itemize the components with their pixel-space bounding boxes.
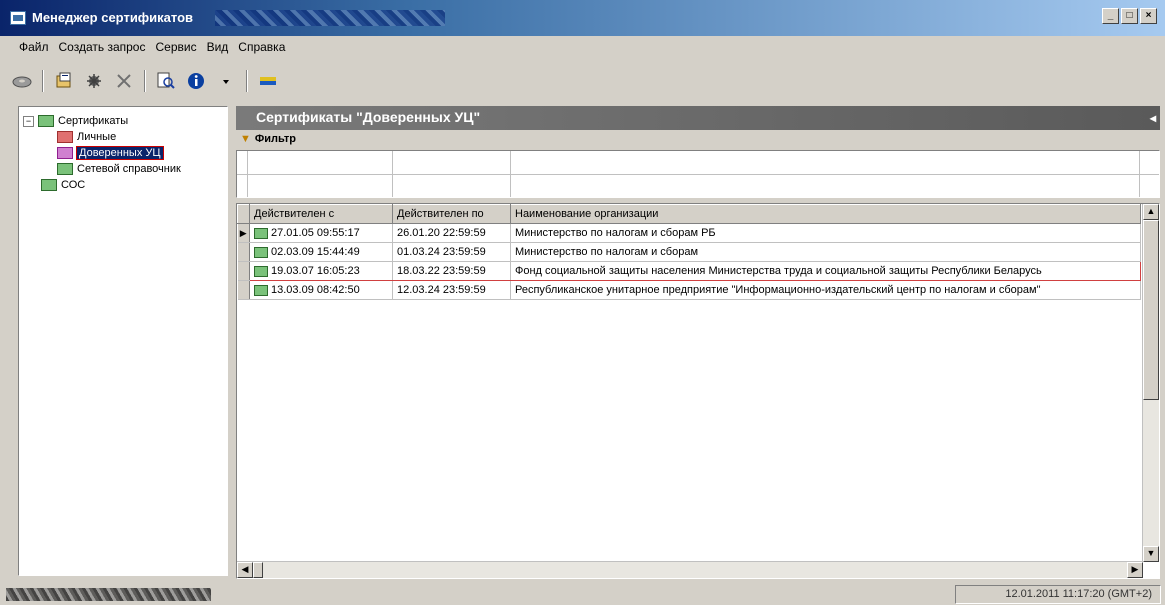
close-button[interactable]: × [1140, 8, 1157, 24]
scroll-left-button[interactable]: ◀ [237, 562, 253, 578]
status-datetime: 12.01.2011 11:17:20 (GMT+2) [955, 585, 1161, 604]
cell-valid-from: 19.03.07 16:05:23 [249, 261, 393, 281]
disk-icon[interactable] [10, 69, 34, 93]
certificate-icon [254, 265, 268, 277]
minimize-button[interactable]: _ [1102, 8, 1119, 24]
panel-edge-icon: ◂ [1149, 111, 1156, 125]
tree-label: Сертификаты [58, 115, 129, 127]
cell-text: 13.03.09 08:42:50 [271, 284, 360, 296]
certificate-folder-icon [38, 115, 54, 127]
tree-item-crl[interactable]: СОС [23, 177, 223, 193]
menu-file[interactable]: Файл [14, 36, 54, 58]
cell-valid-from: 02.03.09 15:44:49 [249, 242, 393, 262]
menu-service[interactable]: Сервис [150, 36, 201, 58]
table-row[interactable]: 02.03.09 15:44:49 01.03.24 23:59:59 Мини… [237, 242, 1141, 262]
scroll-thumb[interactable] [1143, 220, 1159, 400]
refresh-icon[interactable] [256, 69, 280, 93]
tree-label: Доверенных УЦ [76, 146, 164, 160]
dropdown-icon[interactable] [214, 69, 238, 93]
row-indicator-header [237, 204, 250, 224]
cell-organization: Министерство по налогам и сборам РБ [510, 223, 1141, 243]
scroll-down-button[interactable]: ▼ [1143, 546, 1159, 562]
current-row-icon: ▶ [237, 223, 250, 243]
certificate-icon [254, 227, 268, 239]
filter-toggle[interactable]: ▼ Фильтр [240, 133, 296, 145]
horizontal-scrollbar[interactable]: ◀ ▶ [237, 561, 1143, 578]
menu-view[interactable]: Вид [202, 36, 234, 58]
certificate-icon [57, 131, 73, 143]
filter-label: Фильтр [254, 133, 296, 145]
maximize-button[interactable]: □ [1121, 8, 1138, 24]
scroll-h-thumb[interactable] [253, 562, 263, 578]
filter-arrow-icon: ▼ [240, 133, 251, 145]
tree-item-personal[interactable]: Личные [23, 129, 223, 145]
cell-valid-from: 13.03.09 08:42:50 [249, 280, 393, 300]
cell-text: 27.01.05 09:55:17 [271, 227, 360, 239]
info-icon[interactable] [184, 69, 208, 93]
certificate-table: Действителен с Действителен по Наименова… [237, 204, 1141, 300]
tree-item-trusted-ca[interactable]: Доверенных УЦ [23, 145, 223, 161]
certificate-grid: Действителен с Действителен по Наименова… [236, 203, 1160, 579]
tree-label: Личные [77, 131, 117, 143]
view-icon[interactable] [154, 69, 178, 93]
menu-create-request[interactable]: Создать запрос [54, 36, 151, 58]
table-row[interactable]: ▶ 27.01.05 09:55:17 26.01.20 22:59:59 Ми… [237, 223, 1141, 243]
scroll-right-button[interactable]: ▶ [1127, 562, 1143, 578]
tree-item-certificates[interactable]: − Сертификаты [23, 113, 223, 129]
certificate-icon [57, 163, 73, 175]
cell-valid-from: 27.01.05 09:55:17 [249, 223, 393, 243]
crl-icon [41, 179, 57, 191]
collapse-icon[interactable]: − [23, 115, 34, 127]
menu-bar: Файл Создать запрос Сервис Вид Справка [0, 36, 1165, 58]
toolbar-separator [42, 70, 44, 92]
export-icon[interactable] [82, 69, 106, 93]
column-header-valid-from[interactable]: Действителен с [249, 204, 393, 224]
tree-item-network-directory[interactable]: Сетевой справочник [23, 161, 223, 177]
row-indicator [237, 280, 250, 300]
toolbar [10, 64, 1160, 98]
window-title: Менеджер сертификатов [32, 10, 194, 25]
panel-header: Сертификаты "Доверенных УЦ" ◂ [236, 106, 1160, 130]
row-indicator [237, 242, 250, 262]
cell-text: 19.03.07 16:05:23 [271, 265, 360, 277]
window-controls: _ □ × [1102, 8, 1157, 24]
panel-title: Сертификаты "Доверенных УЦ" [256, 109, 481, 125]
redacted-status-area [6, 588, 211, 601]
certificate-icon [254, 246, 268, 258]
vertical-scrollbar[interactable]: ▲ ▼ [1142, 204, 1159, 562]
title-bar: Менеджер сертификатов _ □ × [0, 0, 1165, 36]
tree-label: Сетевой справочник [77, 163, 181, 175]
certificate-tree: − Сертификаты Личные Доверенных УЦ Сетев… [18, 106, 228, 576]
import-icon[interactable] [52, 69, 76, 93]
column-header-organization[interactable]: Наименование организации [510, 204, 1141, 224]
row-indicator [237, 261, 250, 281]
cell-organization: Республиканское унитарное предприятие "И… [510, 280, 1141, 300]
menu-help[interactable]: Справка [233, 36, 290, 58]
cell-valid-to: 18.03.22 23:59:59 [392, 261, 511, 281]
app-icon [10, 11, 26, 25]
table-row-highlighted[interactable]: 19.03.07 16:05:23 18.03.22 23:59:59 Фонд… [237, 261, 1141, 281]
filter-grid[interactable] [236, 150, 1160, 198]
cell-valid-to: 26.01.20 22:59:59 [392, 223, 511, 243]
scroll-up-button[interactable]: ▲ [1143, 204, 1159, 220]
cell-organization: Фонд социальной защиты населения Министе… [510, 261, 1141, 281]
toolbar-separator [144, 70, 146, 92]
certificate-icon [57, 147, 73, 159]
status-bar: 12.01.2011 11:17:20 (GMT+2) [0, 584, 1165, 605]
cell-organization: Министерство по налогам и сборам [510, 242, 1141, 262]
toolbar-separator [246, 70, 248, 92]
delete-icon[interactable] [112, 69, 136, 93]
redacted-title-area [215, 10, 445, 26]
column-header-valid-to[interactable]: Действителен по [392, 204, 511, 224]
certificate-icon [254, 284, 268, 296]
tree-label: СОС [61, 179, 86, 191]
cell-valid-to: 12.03.24 23:59:59 [392, 280, 511, 300]
cell-text: 02.03.09 15:44:49 [271, 246, 360, 258]
table-row[interactable]: 13.03.09 08:42:50 12.03.24 23:59:59 Респ… [237, 280, 1141, 300]
cell-valid-to: 01.03.24 23:59:59 [392, 242, 511, 262]
